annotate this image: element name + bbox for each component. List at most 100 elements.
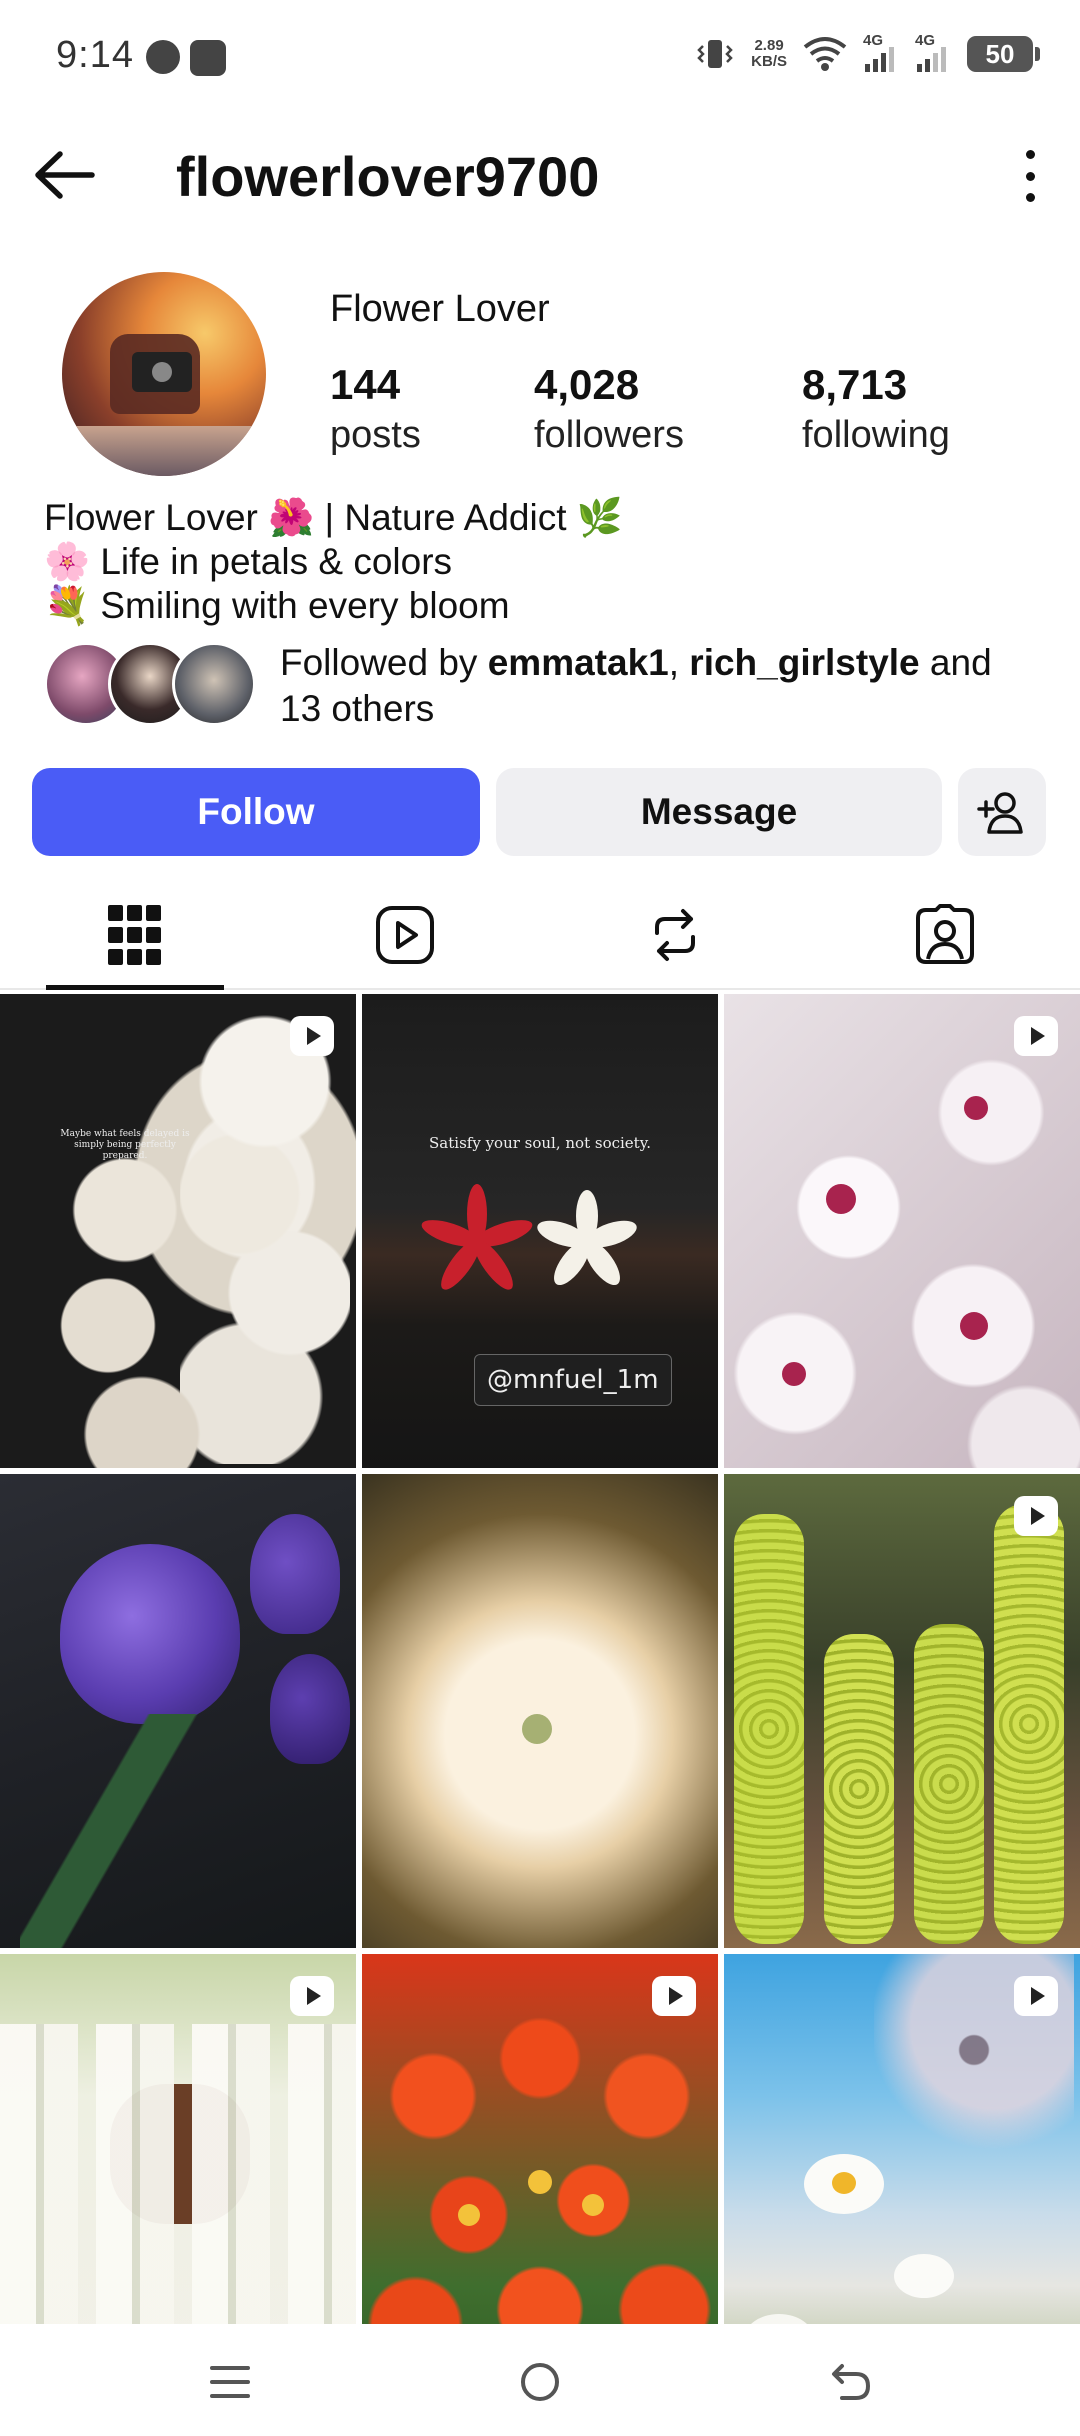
- followed-by-user[interactable]: rich_girlstyle: [689, 642, 919, 683]
- avatar: [172, 642, 256, 726]
- post-thumbnail[interactable]: [724, 1954, 1080, 2324]
- more-dot: [1025, 150, 1035, 159]
- stat-followers[interactable]: 4,028 followers: [534, 360, 684, 460]
- flower-center: [528, 2170, 552, 2194]
- post-thumbnail[interactable]: Maybe what feels delayed is simply being…: [0, 994, 356, 1468]
- signal-bars-icon: [865, 47, 894, 72]
- stat-posts-label: posts: [330, 414, 421, 456]
- flower-center: [964, 1096, 988, 1120]
- avatar-sea: [62, 426, 266, 476]
- profile-header: flowerlover9700: [0, 120, 1080, 230]
- reel-icon: [290, 1016, 334, 1056]
- post-thumbnail[interactable]: [362, 1954, 718, 2324]
- post-caption: Satisfy your soul, not society.: [429, 1134, 651, 1152]
- profile-tabs: [0, 880, 1080, 990]
- profile-avatar[interactable]: [62, 272, 266, 476]
- bio-line: 💐 Smiling with every bloom: [44, 585, 510, 626]
- post-thumbnail[interactable]: [0, 1474, 356, 1948]
- tulip-leaf: [20, 1714, 200, 1948]
- messenger-notification-icon: [146, 40, 180, 74]
- stat-followers-value: 4,028: [534, 361, 640, 408]
- recents-icon[interactable]: [200, 2354, 260, 2410]
- add-user-button[interactable]: [958, 768, 1046, 856]
- tab-reels[interactable]: [270, 880, 540, 990]
- flower-cluster: [40, 1144, 210, 1468]
- profile-display-name: Flower Lover: [330, 288, 550, 330]
- mutual-followers-avatars[interactable]: [44, 642, 264, 728]
- signal-sim2: 4G: [915, 32, 951, 74]
- bio-line: Flower Lover 🌺 | Nature Addict 🌿: [44, 497, 623, 538]
- post-thumbnail[interactable]: Satisfy your soul, not society. @mnfuel_…: [362, 994, 718, 1468]
- tulip-bloom: [60, 1544, 240, 1724]
- stat-following-value: 8,713: [802, 361, 908, 408]
- followed-by-prefix: Followed by: [280, 642, 488, 683]
- follow-button[interactable]: Follow: [32, 768, 480, 856]
- tab-tagged[interactable]: [810, 880, 1080, 990]
- followed-by-user[interactable]: emmatak1: [488, 642, 669, 683]
- signal-bars-icon: [917, 47, 946, 72]
- flower-center: [782, 1362, 806, 1386]
- battery-level: 50: [967, 36, 1033, 72]
- more-dot: [1025, 171, 1035, 181]
- daisy: [894, 2254, 954, 2298]
- stat-following-label: following: [802, 414, 950, 456]
- app-notification-icon: [190, 40, 226, 76]
- tulip-bloom: [270, 1654, 350, 1764]
- reposts-icon: [655, 909, 695, 961]
- followed-by-suffix: and: [919, 642, 992, 683]
- post-thumbnail[interactable]: [724, 994, 1080, 1468]
- network-speed-value: 2.89: [754, 37, 784, 54]
- home-icon[interactable]: [510, 2354, 570, 2410]
- followed-by-text[interactable]: Followed by emmatak1, rich_girlstyle and…: [280, 640, 1040, 732]
- arrow-left-icon[interactable]: [30, 142, 100, 208]
- reel-icon: [1014, 1496, 1058, 1536]
- profile-username: flowerlover9700: [176, 145, 600, 208]
- daisy: [744, 2314, 814, 2324]
- orchid-strand: [824, 1634, 894, 1944]
- stat-posts[interactable]: 144 posts: [330, 360, 421, 460]
- tulip-bloom: [250, 1514, 340, 1634]
- reel-icon: [652, 1976, 696, 2016]
- status-right-group: 2.89 KB/S 4G 4G 50: [695, 32, 1040, 74]
- reel-icon: [1014, 1976, 1058, 2016]
- reels-icon: [376, 906, 434, 964]
- stat-posts-value: 144: [330, 361, 401, 408]
- grid-icon: [108, 905, 161, 965]
- network-speed-unit: KB/S: [751, 53, 787, 70]
- orchid-strand: [734, 1514, 804, 1944]
- profile-bio: Flower Lover 🌺 | Nature Addict 🌿 🌸 Life …: [44, 496, 623, 628]
- more-vertical-icon[interactable]: [1010, 144, 1050, 208]
- system-navigation-bar: [0, 2324, 1080, 2436]
- orchid-strands: [0, 2024, 356, 2324]
- flower-center: [826, 1184, 856, 1214]
- flower-center: [458, 2204, 480, 2226]
- more-dot: [1025, 193, 1035, 202]
- post-thumbnail[interactable]: [0, 1954, 356, 2324]
- flower-center: [960, 1312, 988, 1340]
- message-button[interactable]: Message: [496, 768, 942, 856]
- tab-grid[interactable]: [0, 880, 270, 990]
- bio-line: 🌸 Life in petals & colors: [44, 541, 453, 582]
- back-nav-icon[interactable]: [820, 2354, 880, 2410]
- vibrate-icon: [697, 40, 733, 68]
- tagged-icon: [916, 904, 974, 964]
- flower-center: [832, 2172, 856, 2194]
- posts-grid: Maybe what feels delayed is simply being…: [0, 994, 1080, 2324]
- wifi-icon: [803, 37, 847, 71]
- followed-by-separator: ,: [668, 642, 690, 683]
- flower-center: [522, 1714, 552, 1744]
- avatar-camera: [132, 352, 192, 392]
- followed-by-others: 13 others: [280, 688, 435, 729]
- stat-followers-label: followers: [534, 414, 684, 456]
- tab-reposts[interactable]: [540, 880, 810, 990]
- stat-following[interactable]: 8,713 following: [802, 360, 950, 460]
- flower-center: [582, 2194, 604, 2216]
- post-thumbnail[interactable]: [724, 1474, 1080, 1948]
- battery-tip: [1035, 47, 1040, 61]
- post-tag: @mnfuel_1m: [474, 1354, 672, 1406]
- status-bar: 9:14 2.89 KB/S 4G 4G 50: [0, 0, 1080, 110]
- reel-icon: [1014, 1016, 1058, 1056]
- post-thumbnail[interactable]: [362, 1474, 718, 1948]
- reel-icon: [290, 1976, 334, 2016]
- post-caption: Maybe what feels delayed is simply being…: [60, 1129, 190, 1161]
